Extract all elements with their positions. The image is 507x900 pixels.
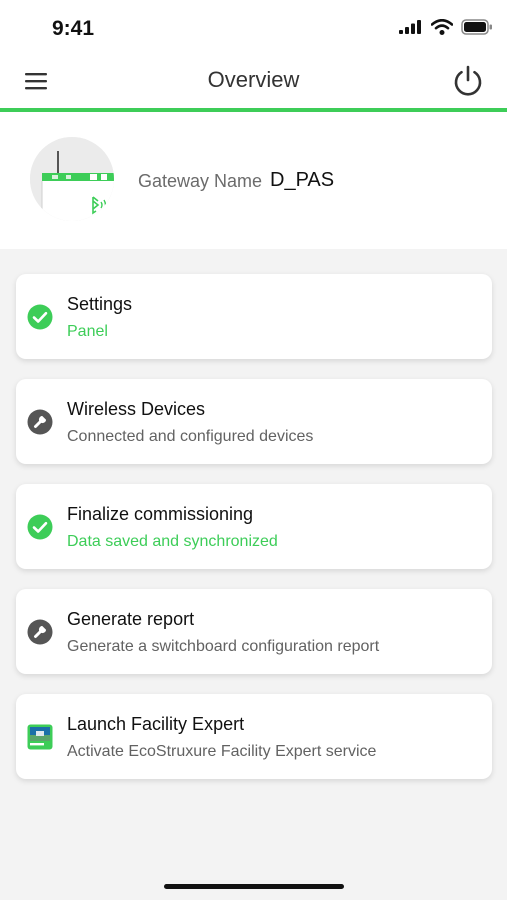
card-title: Generate report [67,609,195,629]
status-icons [399,19,493,35]
card-title: Wireless Devices [67,399,206,419]
gateway-name-value: D_PAS [270,169,335,191]
settings-card[interactable]: Settings Panel [16,274,492,359]
battery-icon [461,19,492,35]
check-circle-icon [27,514,53,540]
power-icon[interactable] [451,64,485,98]
card-title: Finalize commissioning [67,504,254,524]
card-title: Settings [67,294,133,314]
gateway-device-icon [30,137,114,221]
gateway-device-image [30,137,114,221]
check-circle-icon [27,304,53,330]
card-title: Launch Facility Expert [67,714,245,734]
launch-facility-expert-card[interactable]: Launch Facility Expert Activate EcoStrux… [16,694,492,779]
navigation-bar: Overview [0,58,507,108]
gateway-name-label: Gateway Name [138,171,263,191]
wrench-icon [27,619,53,645]
facility-expert-app-icon [27,724,53,750]
gateway-panel: Gateway Name D_PAS [0,112,507,249]
page-title: Overview [207,67,300,92]
finalize-commissioning-card[interactable]: Finalize commissioning Data saved and sy… [16,484,492,569]
card-subtitle: Activate EcoStruxure Facility Expert ser… [67,743,377,760]
card-subtitle: Generate a switchboard configuration rep… [67,638,380,655]
home-indicator[interactable] [164,884,344,889]
generate-report-card[interactable]: Generate report Generate a switchboard c… [16,589,492,674]
status-time: 9:41 [52,17,95,40]
status-bar: 9:41 [0,0,507,58]
wrench-icon [27,409,53,435]
card-subtitle: Connected and configured devices [67,428,314,445]
cellular-signal-icon [399,20,421,34]
wireless-devices-card[interactable]: Wireless Devices Connected and configure… [16,379,492,464]
card-subtitle: Panel [67,323,108,340]
card-subtitle: Data saved and synchronized [67,533,278,550]
wifi-icon [431,19,453,35]
